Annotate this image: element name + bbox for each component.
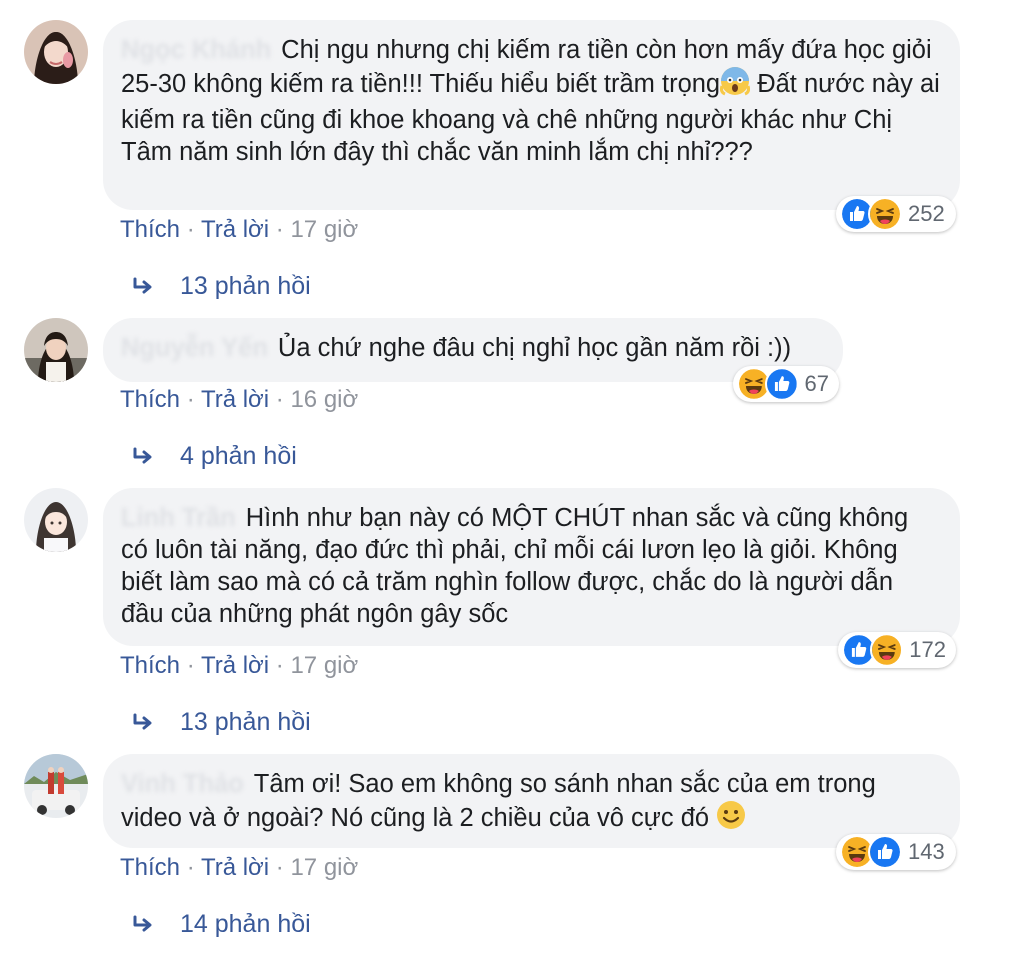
reaction-count: 67 [804, 371, 829, 396]
smile-emoji-icon [716, 800, 746, 838]
comment-author[interactable]: Linh Trần [121, 504, 236, 532]
comment-bubble: Nguyễn Yến Ủa chứ nghe đâu chị nghỉ học g… [103, 318, 843, 382]
reaction-summary[interactable]: 252 [836, 196, 956, 232]
comment-bubble: Vinh Thảo Tâm ơi! Sao em không so sánh nh… [103, 754, 960, 848]
comment-author[interactable]: Ngọc Khánh [121, 36, 271, 64]
reply-arrow-icon [132, 445, 156, 469]
separator: · [269, 386, 291, 413]
avatar[interactable] [24, 754, 88, 818]
separator: · [180, 386, 201, 413]
haha-reaction-icon [869, 633, 904, 667]
view-replies-link[interactable]: 13 phản hồi [132, 272, 311, 301]
reply-link[interactable]: Trả lời [201, 216, 269, 243]
separator: · [269, 216, 291, 243]
separator: · [269, 652, 291, 679]
replies-count[interactable]: 4 phản hồi [180, 442, 297, 471]
replies-count[interactable]: 14 phản hồi [180, 910, 311, 939]
comment-actions: Thích · Trả lời · 17 giờ [120, 652, 358, 680]
reaction-summary[interactable]: 172 [838, 632, 956, 668]
separator: · [180, 216, 201, 243]
comment-actions: Thích · Trả lời · 16 giờ [120, 386, 358, 414]
reaction-count: 172 [909, 637, 946, 662]
reply-link[interactable]: Trả lời [201, 854, 269, 881]
like-link[interactable]: Thích [120, 854, 180, 881]
replies-count[interactable]: 13 phản hồi [180, 708, 311, 737]
separator: · [180, 854, 201, 881]
comment-actions: Thích · Trả lời · 17 giờ [120, 854, 358, 882]
reply-link[interactable]: Trả lời [201, 386, 269, 413]
comment-author[interactable]: Vinh Thảo [121, 770, 244, 798]
like-link[interactable]: Thích [120, 216, 180, 243]
scream-emoji-icon [720, 66, 751, 104]
comment-time[interactable]: 17 giờ [290, 854, 358, 881]
separator: · [180, 652, 201, 679]
reply-link[interactable]: Trả lời [201, 652, 269, 679]
reply-arrow-icon [132, 711, 156, 735]
comment-time[interactable]: 17 giờ [290, 652, 358, 679]
avatar[interactable] [24, 318, 88, 382]
reply-arrow-icon [132, 913, 156, 937]
reply-arrow-icon [132, 275, 156, 299]
reaction-count: 143 [908, 839, 945, 864]
comment-bubble: Linh Trần Hình như bạn này có MỘT CHÚT nh… [103, 488, 960, 646]
avatar[interactable] [24, 20, 88, 84]
comment-bubble: Ngọc Khánh Chị ngu nhưng chị kiếm ra tiền… [103, 20, 960, 210]
comment-time[interactable]: 17 giờ [290, 216, 358, 243]
comment-text: Ủa chứ nghe đâu chị nghỉ học gần năm rồi… [277, 334, 792, 362]
view-replies-link[interactable]: 4 phản hồi [132, 442, 297, 471]
like-link[interactable]: Thích [120, 652, 180, 679]
comment-text: Hình như bạn này có MỘT CHÚT nhan sắc và… [121, 504, 909, 628]
replies-count[interactable]: 13 phản hồi [180, 272, 311, 301]
view-replies-link[interactable]: 13 phản hồi [132, 708, 311, 737]
haha-reaction-icon [868, 197, 902, 231]
like-link[interactable]: Thích [120, 386, 180, 413]
avatar[interactable] [24, 488, 88, 552]
like-reaction-icon [764, 367, 799, 401]
reaction-summary[interactable]: 67 [733, 366, 839, 402]
comment-time[interactable]: 16 giờ [290, 386, 358, 413]
comment-author[interactable]: Nguyễn Yến [121, 334, 268, 362]
reaction-summary[interactable]: 143 [836, 834, 956, 870]
like-reaction-icon [868, 835, 902, 869]
reaction-count: 252 [908, 201, 945, 226]
view-replies-link[interactable]: 14 phản hồi [132, 910, 311, 939]
separator: · [269, 854, 291, 881]
comment-actions: Thích · Trả lời · 17 giờ [120, 216, 358, 244]
